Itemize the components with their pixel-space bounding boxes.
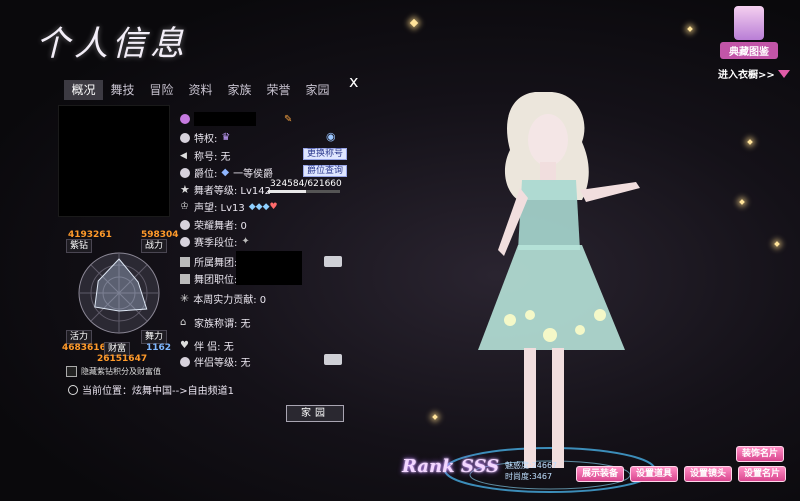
tab-adventure[interactable]: 冒险	[142, 80, 181, 100]
page-title: 个人信息	[36, 24, 188, 64]
season-badge-icon: ✦	[241, 236, 250, 247]
tab-family[interactable]: 家族	[220, 80, 259, 100]
position-icon	[180, 273, 190, 284]
location-icon	[68, 384, 78, 395]
rank-query-button[interactable]: 爵位查询	[303, 165, 348, 177]
collection-label: 典藏图鉴	[720, 42, 778, 59]
dance-group-label: 所属舞团:	[194, 258, 238, 269]
hide-wealth-checkbox[interactable]	[66, 366, 77, 377]
group-detail-button[interactable]	[324, 256, 342, 267]
tab-overview[interactable]: 概况	[64, 80, 103, 100]
player-name-redacted	[194, 112, 256, 126]
current-location: 当前位置：炫舞中国-->自由频道1	[68, 382, 234, 397]
tab-profile[interactable]: 资料	[181, 80, 220, 100]
dancer-level-row: ★ 舞者等级: Lv142	[180, 182, 271, 198]
privilege-label: 特权:	[194, 134, 218, 145]
partner-level-row: 伴侣等级: 无	[180, 354, 251, 369]
avatar	[58, 105, 170, 217]
nickname-text: 称号: 无	[194, 152, 231, 163]
glory-text: 荣耀舞者: 0	[194, 221, 247, 232]
rank-gem-icon: ◆	[221, 167, 230, 178]
partner-text: 伴 侣: 无	[194, 342, 234, 353]
glory-row: 荣耀舞者: 0	[180, 217, 247, 232]
crown-icon: ♔	[180, 200, 189, 212]
edit-icon[interactable]: ✎	[284, 114, 292, 125]
star-icon: ★	[180, 182, 190, 196]
group-position-label: 舞团职位:	[194, 275, 238, 286]
dancer-level: 舞者等级: Lv142	[193, 186, 271, 197]
tab-home[interactable]: 家园	[298, 80, 337, 100]
close-button[interactable]: x	[349, 72, 358, 91]
tab-dance-skill[interactable]: 舞技	[103, 80, 142, 100]
tab-honor[interactable]: 荣誉	[259, 80, 298, 100]
change-title-button[interactable]: 更换称号	[303, 148, 348, 160]
season-label: 赛季段位:	[194, 238, 238, 249]
speaker-icon: ◀	[180, 150, 187, 161]
rank-value: 一等侯爵	[233, 169, 274, 180]
chevron-down-icon	[777, 69, 790, 78]
dance-label: 舞力	[141, 330, 168, 344]
fame-level: 声望: Lv13	[194, 203, 245, 214]
wardrobe-link[interactable]: 进入衣橱>>	[718, 66, 790, 81]
dance-value: 1162	[146, 343, 172, 353]
family-title-row: ⌂ 家族称谓: 无	[180, 315, 251, 330]
partner-level: 伴侣等级: 无	[194, 358, 251, 369]
eye-icon[interactable]: ◉	[326, 130, 336, 143]
season-row: 赛季段位: ✦	[180, 234, 250, 249]
dress-icon	[734, 6, 764, 40]
set-card-button[interactable]: 设置名片	[738, 466, 787, 482]
location-text: 当前位置：炫舞中国-->自由频道1	[82, 386, 234, 397]
partner-detail-button[interactable]	[324, 354, 342, 365]
family-title: 家族称谓: 无	[194, 319, 251, 330]
home-button[interactable]: 家园	[286, 405, 344, 422]
weekly-contrib-row: ✳ 本周实力贡献: 0	[180, 291, 267, 307]
glory-icon	[180, 219, 190, 230]
privilege-badge-icon: ♛	[221, 132, 231, 143]
hide-wealth-label: 隐藏紫钻积分及财富值	[81, 367, 161, 376]
season-icon	[180, 236, 190, 247]
rank-row: 爵位: ◆ 一等侯爵	[180, 165, 273, 180]
name-row: ✎	[180, 112, 292, 126]
wardrobe-label: 进入衣橱>>	[718, 70, 775, 81]
partner-level-icon	[180, 356, 190, 367]
heart-icon: ♥	[180, 339, 189, 351]
fame-gems-icon: ◆◆◆♥	[248, 201, 278, 212]
rank-icon	[180, 167, 190, 178]
vitality-label: 活力	[66, 330, 93, 344]
exp-progress-fill	[268, 190, 306, 193]
privilege-icon	[180, 132, 190, 143]
hide-wealth-option: 隐藏紫钻积分及财富值	[66, 366, 161, 377]
group-info-redacted	[236, 251, 302, 285]
partner-row: ♥ 伴 侣: 无	[180, 338, 234, 353]
sparkle-star-icon: ✳	[180, 291, 190, 305]
group-icon	[180, 256, 190, 267]
fashion-score: 时尚度:3467	[505, 472, 553, 481]
set-camera-button[interactable]: 设置镜头	[684, 466, 733, 482]
radar-chart	[78, 252, 160, 334]
character-model	[444, 92, 656, 493]
rank-badge: Rank SSS	[402, 456, 500, 477]
house-icon: ⌂	[180, 316, 187, 328]
decorate-card-button[interactable]: 装饰名片	[736, 446, 785, 462]
nickname-row: ◀ 称号: 无	[180, 148, 231, 164]
show-equipment-button[interactable]: 展示装备	[576, 466, 625, 482]
charm-score: 魅惑度:24667	[505, 461, 558, 470]
fame-row: ♔ 声望: Lv13 ◆◆◆♥	[180, 199, 278, 214]
exp-progress-bar	[268, 190, 340, 193]
dance-group-row: 所属舞团:	[180, 254, 237, 269]
group-position-row: 舞团职位:	[180, 271, 237, 286]
set-props-button[interactable]: 设置道具	[630, 466, 679, 482]
weekly-contrib: 本周实力贡献: 0	[193, 295, 267, 306]
privilege-row: 特权: ♛	[180, 130, 230, 145]
exp-text: 324584/621660	[270, 179, 342, 189]
rank-label: 爵位:	[194, 169, 218, 180]
wealth-value: 26151647	[97, 354, 148, 364]
vitality-value: 4683616	[62, 343, 106, 353]
gender-icon	[180, 114, 190, 124]
scores: 魅惑度:24667 时尚度:3467	[505, 460, 557, 482]
tab-bar: 概况 舞技 冒险 资料 家族 荣誉 家园	[64, 80, 337, 100]
collection-button[interactable]: 典藏图鉴	[720, 6, 778, 59]
